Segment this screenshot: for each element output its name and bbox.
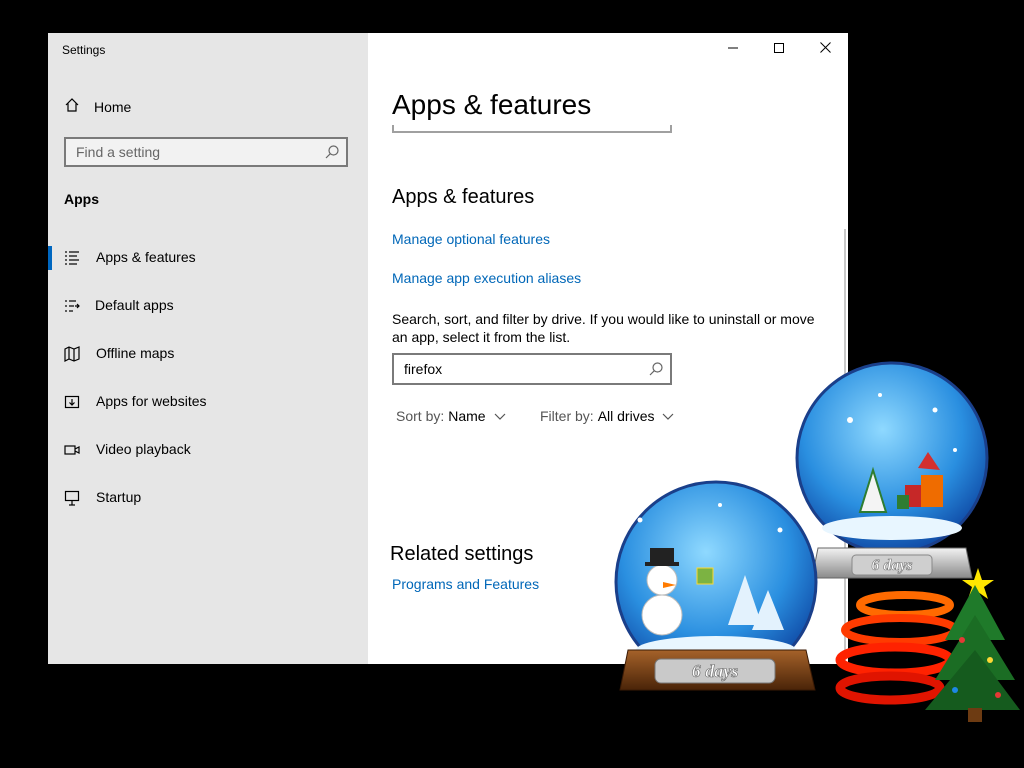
globe-left-caption: 6 days xyxy=(692,661,739,681)
snow-globe-left: 6 days xyxy=(614,480,818,691)
snow-globe-right: 6 days xyxy=(795,361,989,579)
desktop-gadget: 6 days 6 days xyxy=(614,361,1020,722)
globe-right-caption: 6 days xyxy=(871,557,912,574)
